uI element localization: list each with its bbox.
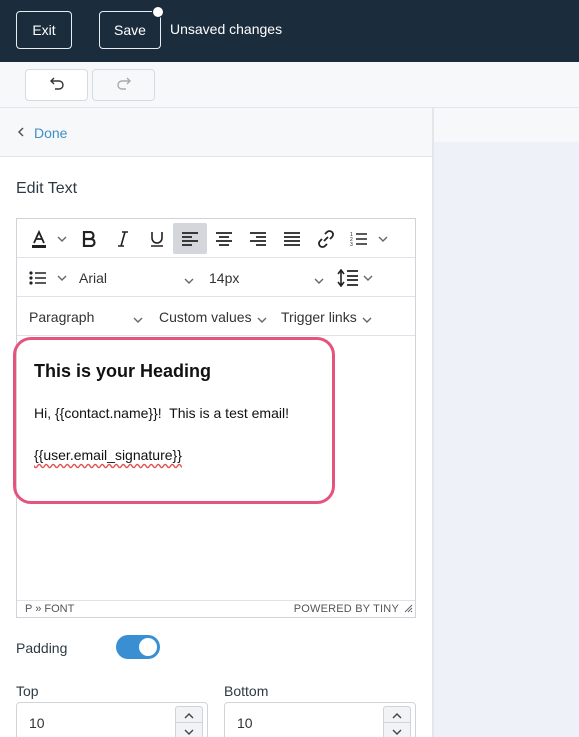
numbered-list-button[interactable]: 123 (347, 223, 371, 254)
undo-icon (49, 76, 65, 95)
chevron-down-icon (314, 271, 324, 289)
text-color-dropdown[interactable] (55, 223, 69, 254)
element-path[interactable]: P » FONT (25, 603, 74, 615)
bottom-label: Bottom (224, 683, 269, 699)
editor-toolbar-row-3: Paragraph Custom values Trigger links (17, 297, 415, 336)
chevron-down-icon (257, 310, 267, 328)
bullet-list-dropdown[interactable] (55, 262, 69, 293)
highlight-annotation (13, 337, 335, 504)
unsaved-indicator-dot (152, 6, 164, 18)
padding-label: Padding (16, 640, 68, 656)
top-label: Top (16, 683, 39, 699)
preview-pane (434, 108, 579, 737)
redo-icon (116, 76, 132, 95)
font-size-value: 14px (209, 270, 240, 286)
bottom-padding-input[interactable]: 10 (224, 702, 416, 737)
align-justify-button[interactable] (278, 223, 306, 254)
powered-by-link[interactable]: POWERED BY TINY (294, 603, 399, 615)
chevron-down-icon (184, 722, 194, 737)
font-family-value: Arial (79, 270, 108, 286)
increment-button[interactable] (175, 706, 203, 723)
align-right-button[interactable] (244, 223, 272, 254)
align-left-icon (181, 231, 199, 246)
done-label: Done (34, 125, 68, 141)
exit-button[interactable]: Exit (16, 11, 72, 49)
align-center-icon (215, 231, 233, 246)
line-height-icon (337, 268, 359, 287)
underline-button[interactable] (143, 223, 171, 254)
link-icon (316, 229, 336, 249)
chevron-down-icon (378, 236, 388, 242)
editor-content-area[interactable]: This is your Heading Hi, {{contact.name}… (13, 336, 415, 600)
top-padding-value: 10 (29, 715, 45, 731)
bullet-list-button[interactable] (27, 262, 49, 293)
align-left-button[interactable] (173, 223, 207, 254)
top-bar: Exit Save Unsaved changes (0, 0, 579, 62)
panel-title: Edit Text (16, 180, 78, 197)
bottom-padding-value: 10 (237, 715, 253, 731)
chevron-down-icon (133, 310, 143, 328)
italic-button[interactable] (109, 223, 137, 254)
line-height-button[interactable] (335, 262, 361, 293)
chevron-down-icon (362, 310, 372, 328)
bottom-padding-stepper (383, 706, 411, 737)
increment-button[interactable] (383, 706, 411, 723)
padding-toggle[interactable] (116, 635, 160, 659)
save-button[interactable]: Save (99, 11, 161, 49)
top-padding-stepper (175, 706, 203, 737)
bullet-list-icon (29, 270, 47, 285)
chevron-left-icon (17, 126, 25, 140)
numbered-list-dropdown[interactable] (375, 223, 391, 254)
editor-toolbar-row-2: Arial 14px (17, 258, 415, 297)
trigger-links-label: Trigger links (281, 309, 357, 325)
bold-icon (82, 230, 96, 247)
svg-text:3: 3 (350, 242, 353, 247)
undo-button[interactable] (25, 69, 88, 101)
decrement-button[interactable] (175, 722, 203, 737)
done-link[interactable]: Done (0, 108, 432, 157)
chevron-down-icon (392, 722, 402, 737)
align-right-icon (249, 231, 267, 246)
italic-icon (117, 230, 129, 247)
history-toolbar (0, 62, 579, 108)
redo-button[interactable] (92, 69, 155, 101)
top-padding-input[interactable]: 10 (16, 702, 208, 737)
text-color-icon (29, 229, 49, 249)
bold-button[interactable] (75, 223, 103, 254)
underline-icon (150, 231, 164, 247)
editor-toolbar-row-1: 123 (17, 219, 415, 258)
resize-grip-icon[interactable] (404, 604, 413, 616)
insert-link-button[interactable] (312, 223, 340, 254)
chevron-down-icon (184, 271, 194, 289)
chevron-down-icon (57, 236, 67, 242)
align-justify-icon (283, 231, 301, 246)
rich-text-editor: 123 Arial 14px Paragraph Custom values T… (13, 218, 416, 618)
chevron-down-icon (57, 275, 67, 281)
toggle-knob (139, 638, 157, 656)
block-format-value: Paragraph (29, 309, 95, 325)
chevron-down-icon (363, 275, 373, 281)
decrement-button[interactable] (383, 722, 411, 737)
numbered-list-icon: 123 (350, 231, 368, 247)
align-center-button[interactable] (210, 223, 238, 254)
editor-statusbar: P » FONT POWERED BY TINY (17, 600, 415, 617)
line-height-dropdown[interactable] (361, 262, 375, 293)
unsaved-status: Unsaved changes (170, 21, 283, 37)
custom-values-label: Custom values (159, 309, 252, 325)
settings-panel: Done Edit Text 1 2 3 Arial 14px Paragrap… (0, 108, 432, 737)
text-color-button[interactable] (25, 223, 53, 254)
